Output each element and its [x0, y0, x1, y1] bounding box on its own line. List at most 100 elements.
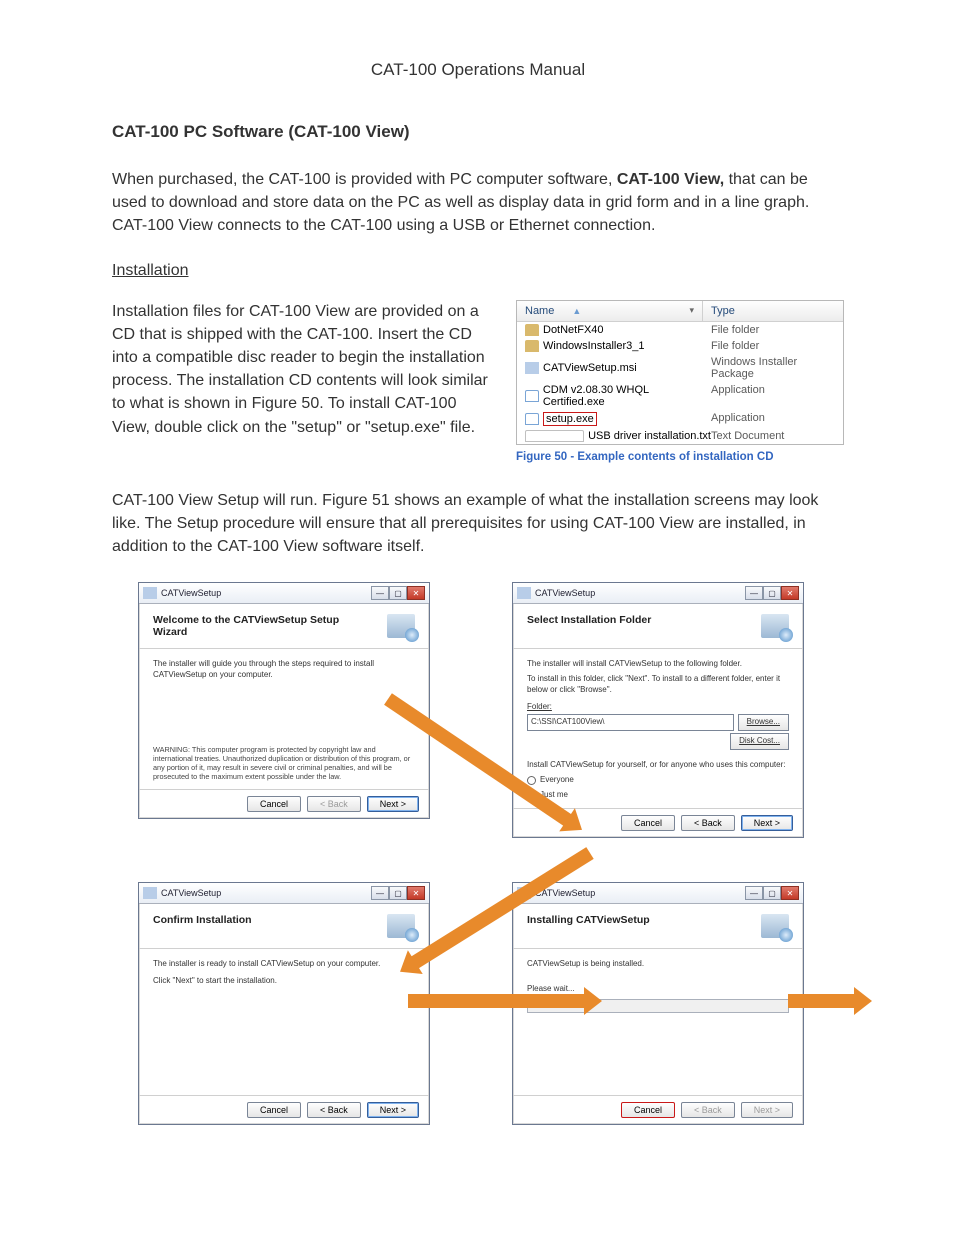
installer-banner-icon — [387, 914, 415, 938]
file-icon — [525, 390, 539, 402]
radio-justme[interactable]: Just me — [527, 790, 789, 801]
wizard-heading: Confirm Installation — [153, 914, 252, 926]
titlebar: CATViewSetup —▢✕ — [139, 583, 429, 604]
next-button[interactable]: Next > — [367, 1102, 419, 1118]
maximize-button[interactable]: ▢ — [763, 586, 781, 600]
file-icon — [525, 430, 584, 442]
back-button[interactable]: < Back — [307, 1102, 361, 1118]
file-row[interactable]: WindowsInstaller3_1 File folder — [517, 338, 843, 354]
close-button[interactable]: ✕ — [781, 586, 799, 600]
file-row[interactable]: CATViewSetup.msi Windows Installer Packag… — [517, 354, 843, 382]
install-paragraph: Installation files for CAT-100 View are … — [112, 300, 494, 439]
next-button[interactable]: Next > — [741, 815, 793, 831]
radio-everyone[interactable]: Everyone — [527, 775, 789, 786]
installer-icon — [517, 587, 531, 599]
text-run: When purchased, the CAT-100 is provided … — [112, 171, 617, 188]
file-icon — [525, 340, 539, 352]
explorer-header: Name▲▾ Type — [517, 301, 843, 322]
doc-header: CAT-100 Operations Manual — [112, 60, 844, 80]
file-type: File folder — [711, 340, 835, 352]
folder-input[interactable]: C:\SSI\CAT100View\ — [527, 714, 734, 731]
cancel-button[interactable]: Cancel — [247, 1102, 301, 1118]
installer-banner-icon — [387, 614, 415, 638]
wizard-heading: Welcome to the CATViewSetup Setup Wizard — [153, 614, 353, 638]
disk-cost-button[interactable]: Disk Cost... — [730, 733, 789, 750]
file-type: Windows Installer Package — [711, 356, 835, 380]
window-title: CATViewSetup — [517, 587, 595, 599]
installer-icon — [143, 887, 157, 899]
file-name: WindowsInstaller3_1 — [543, 340, 645, 352]
file-type: Text Document — [711, 430, 835, 442]
wizard-text: Click "Next" to start the installation. — [153, 976, 415, 987]
minimize-button[interactable]: — — [745, 886, 763, 900]
file-icon — [525, 362, 539, 374]
wizard-text: Please wait... — [527, 984, 789, 995]
flow-arrow-icon — [788, 994, 858, 1008]
wizard-text: CATViewSetup is being installed. — [527, 959, 789, 970]
window-title: CATViewSetup — [143, 587, 221, 599]
back-button: < Back — [307, 796, 361, 812]
radio-icon — [527, 776, 536, 785]
next-button[interactable]: Next > — [367, 796, 419, 812]
installer-icon — [143, 587, 157, 599]
file-icon — [525, 324, 539, 336]
column-type[interactable]: Type — [703, 301, 843, 321]
flow-arrow-icon — [408, 994, 588, 1008]
browse-button[interactable]: Browse... — [738, 714, 789, 731]
installer-banner-icon — [761, 614, 789, 638]
close-button[interactable]: ✕ — [781, 886, 799, 900]
wizard-select-folder: CATViewSetup —▢✕ Select Installation Fold… — [512, 582, 804, 838]
file-icon — [525, 413, 539, 425]
installer-banner-icon — [761, 914, 789, 938]
text-bold: CAT-100 View, — [617, 171, 724, 188]
folder-label: Folder: — [527, 702, 789, 713]
back-button[interactable]: < Back — [681, 815, 735, 831]
install-for-question: Install CATViewSetup for yourself, or fo… — [527, 760, 789, 771]
close-button[interactable]: ✕ — [407, 886, 425, 900]
file-row[interactable]: DotNetFX40 File folder — [517, 322, 843, 338]
document-page: CAT-100 Operations Manual CAT-100 PC Sof… — [0, 0, 954, 1235]
wizard-text: To install in this folder, click "Next".… — [527, 674, 789, 696]
wizard-text: The installer will install CATViewSetup … — [527, 659, 789, 670]
file-explorer: Name▲▾ Type DotNetFX40File folderWindows… — [516, 300, 844, 445]
file-name: DotNetFX40 — [543, 324, 604, 336]
file-type: Application — [711, 384, 835, 408]
file-name: setup.exe — [543, 412, 597, 426]
cancel-button[interactable]: Cancel — [247, 796, 301, 812]
wizard-heading: Installing CATViewSetup — [527, 914, 650, 926]
minimize-button[interactable]: — — [745, 586, 763, 600]
wizard-text: The installer is ready to install CATVie… — [153, 959, 415, 970]
wizard-confirm: CATViewSetup —▢✕ Confirm Installation The… — [138, 882, 430, 1125]
warning-text: WARNING: This computer program is protec… — [153, 745, 415, 781]
file-type: File folder — [711, 324, 835, 336]
minimize-button[interactable]: — — [371, 586, 389, 600]
close-button[interactable]: ✕ — [407, 586, 425, 600]
section-heading: CAT-100 PC Software (CAT-100 View) — [112, 122, 844, 142]
column-name[interactable]: Name▲▾ — [517, 301, 703, 321]
minimize-button[interactable]: — — [371, 886, 389, 900]
subheading-installation: Installation — [112, 262, 844, 280]
file-row[interactable]: USB driver installation.txtText Document — [517, 428, 843, 444]
file-name: CATViewSetup.msi — [543, 362, 637, 374]
file-name: USB driver installation.txt — [588, 430, 711, 442]
window-title: CATViewSetup — [143, 887, 221, 899]
paragraph-setup: CAT-100 View Setup will run. Figure 51 s… — [112, 489, 844, 559]
wizard-text: The installer will guide you through the… — [153, 659, 415, 681]
back-button: < Back — [681, 1102, 735, 1118]
maximize-button[interactable]: ▢ — [389, 886, 407, 900]
next-button: Next > — [741, 1102, 793, 1118]
wizard-heading: Select Installation Folder — [527, 614, 651, 626]
maximize-button[interactable]: ▢ — [763, 886, 781, 900]
file-row[interactable]: setup.exe Application — [517, 410, 843, 428]
file-type: Application — [711, 412, 835, 426]
cancel-button[interactable]: Cancel — [621, 815, 675, 831]
intro-paragraph: When purchased, the CAT-100 is provided … — [112, 168, 844, 238]
cancel-button[interactable]: Cancel — [621, 1102, 675, 1118]
file-name: CDM v2.08.30 WHQL Certified.exe — [543, 384, 711, 408]
sort-asc-icon: ▲ — [572, 306, 581, 316]
figure-caption: Figure 50 - Example contents of installa… — [516, 451, 844, 463]
file-row[interactable]: CDM v2.08.30 WHQL Certified.exeApplicati… — [517, 382, 843, 410]
maximize-button[interactable]: ▢ — [389, 586, 407, 600]
chevron-down-icon: ▾ — [689, 305, 694, 316]
wizard-screenshots: CATViewSetup —▢✕ Welcome to the CATViewS… — [112, 582, 844, 1142]
